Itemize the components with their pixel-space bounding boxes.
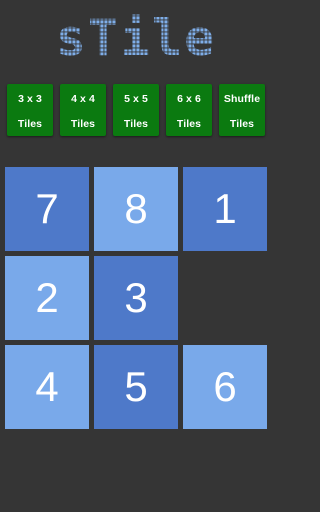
tile[interactable]: 4	[5, 345, 89, 429]
tile[interactable]: 5	[94, 345, 178, 429]
tile[interactable]: 3	[94, 256, 178, 340]
app-title-graphic: sTile sTile	[0, 8, 272, 70]
puzzle-board: 7 8 1 2 3 4 5 6	[5, 167, 269, 429]
mode-button-tiles-label: Tiles	[70, 118, 96, 130]
tile[interactable]: 8	[94, 167, 178, 251]
tile[interactable]: 6	[183, 345, 267, 429]
mode-button-tiles-label: Tiles	[123, 118, 149, 130]
mode-5x5-button[interactable]: 5 x 5 Tiles	[113, 84, 159, 136]
mode-button-action-label: Shuffle	[223, 93, 261, 105]
mode-button-size-label: 6 x 6	[177, 93, 201, 105]
tile[interactable]: 1	[183, 167, 267, 251]
mode-4x4-button[interactable]: 4 x 4 Tiles	[60, 84, 106, 136]
mode-button-tiles-label: Tiles	[176, 118, 202, 130]
tile[interactable]: 7	[5, 167, 89, 251]
mode-button-tiles-label: Tiles	[17, 118, 43, 130]
mode-6x6-button[interactable]: 6 x 6 Tiles	[166, 84, 212, 136]
tile[interactable]: 2	[5, 256, 89, 340]
empty-tile-slot	[183, 256, 267, 340]
mode-3x3-button[interactable]: 3 x 3 Tiles	[7, 84, 53, 136]
app-title-logo: sTile sTile	[0, 8, 272, 70]
mode-button-tiles-label: Tiles	[229, 118, 255, 130]
mode-toolbar: 3 x 3 Tiles 4 x 4 Tiles 5 x 5 Tiles 6 x …	[7, 84, 265, 136]
app-screen: sTile sTile 3 x 3 Tiles 4 x 4 Tiles 5 x …	[0, 0, 272, 512]
mode-button-size-label: 3 x 3	[18, 93, 42, 105]
mode-button-size-label: 4 x 4	[71, 93, 95, 105]
shuffle-tiles-button[interactable]: Shuffle Tiles	[219, 84, 265, 136]
mode-button-size-label: 5 x 5	[124, 93, 148, 105]
